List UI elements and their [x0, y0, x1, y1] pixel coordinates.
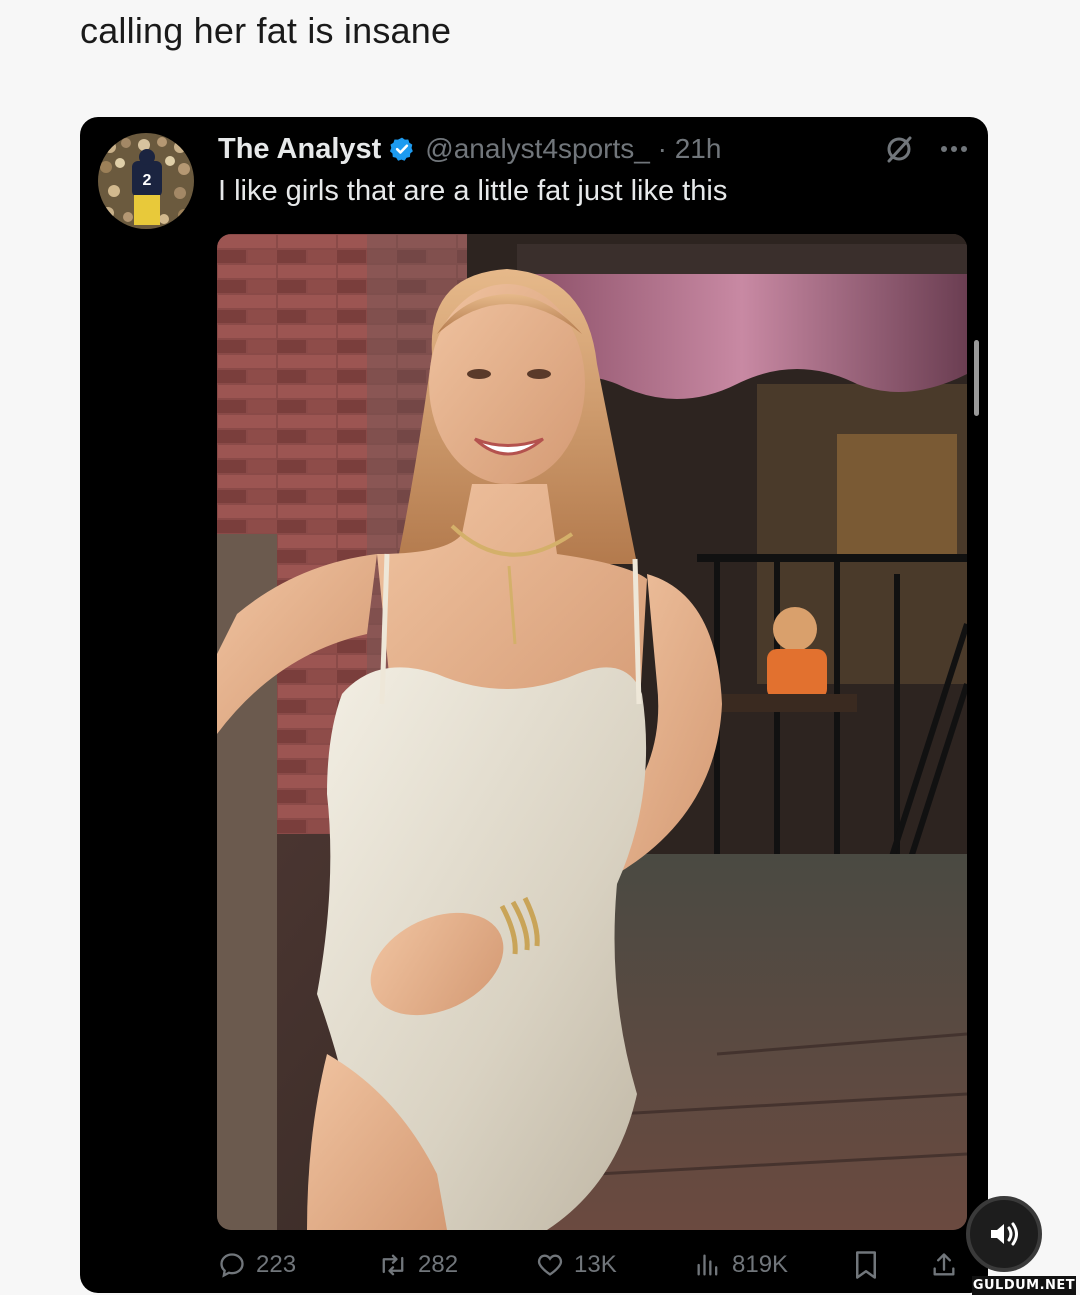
verified-badge-icon: [390, 137, 414, 161]
like-count: 13K: [574, 1251, 617, 1278]
repost-button[interactable]: 282: [378, 1251, 458, 1279]
tweet-header: The Analyst @analyst4sports_ · 21h: [218, 129, 968, 169]
repost-count: 282: [418, 1251, 459, 1278]
tweet-text: I like girls that are a little fat just …: [218, 175, 728, 207]
views-button[interactable]: 819K: [694, 1251, 788, 1279]
scrollbar[interactable]: [974, 340, 979, 416]
reply-icon: [220, 1253, 244, 1278]
share-icon: [933, 1253, 955, 1276]
reply-button[interactable]: 223: [218, 1251, 296, 1279]
sound-icon: [991, 1222, 1018, 1246]
share-button[interactable]: [930, 1250, 958, 1280]
repost-icon: [382, 1254, 404, 1276]
action-bar: 223 282 13K 819K: [218, 1245, 968, 1285]
like-button[interactable]: 13K: [536, 1251, 617, 1279]
views-icon: [697, 1254, 718, 1276]
reply-count: 223: [256, 1251, 297, 1278]
handle-and-time[interactable]: @analyst4sports_ · 21h: [425, 133, 721, 165]
grok-icon[interactable]: [884, 134, 914, 164]
site-watermark: GULDUM.NET: [972, 1276, 1076, 1295]
avatar[interactable]: 2: [98, 133, 194, 229]
more-icon[interactable]: [940, 144, 968, 154]
sound-button[interactable]: [966, 1196, 1042, 1272]
tweet-card[interactable]: 2 The Analyst @analyst4sports_ · 21h I l…: [80, 117, 988, 1293]
like-icon: [537, 1254, 563, 1276]
avatar-jersey-number: 2: [143, 172, 152, 189]
bookmark-icon: [856, 1251, 876, 1279]
post-caption: calling her fat is insane: [80, 10, 452, 51]
author-name[interactable]: The Analyst: [218, 133, 381, 166]
tweet-photo[interactable]: [217, 234, 967, 1230]
bookmark-button[interactable]: [853, 1250, 879, 1280]
views-count: 819K: [732, 1251, 789, 1278]
